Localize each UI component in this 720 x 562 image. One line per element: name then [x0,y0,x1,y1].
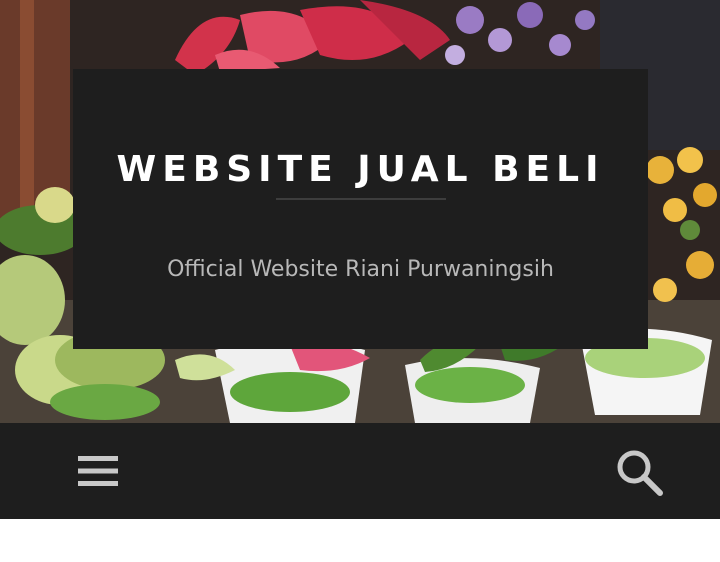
site-tagline: Official Website Riani Purwaningsih [167,257,554,282]
site-branding: WEBSITE JUAL BELI Official Website Riani… [73,69,648,349]
page-content [0,519,720,562]
title-divider [276,198,446,200]
navigation-bar [0,423,720,519]
site-title[interactable]: WEBSITE JUAL BELI [73,148,648,192]
search-icon [617,450,663,496]
search-button[interactable] [610,445,670,501]
menu-button[interactable] [70,445,126,497]
header-hero: WEBSITE JUAL BELI Official Website Riani… [0,0,720,423]
hamburger-menu-icon [78,456,118,486]
